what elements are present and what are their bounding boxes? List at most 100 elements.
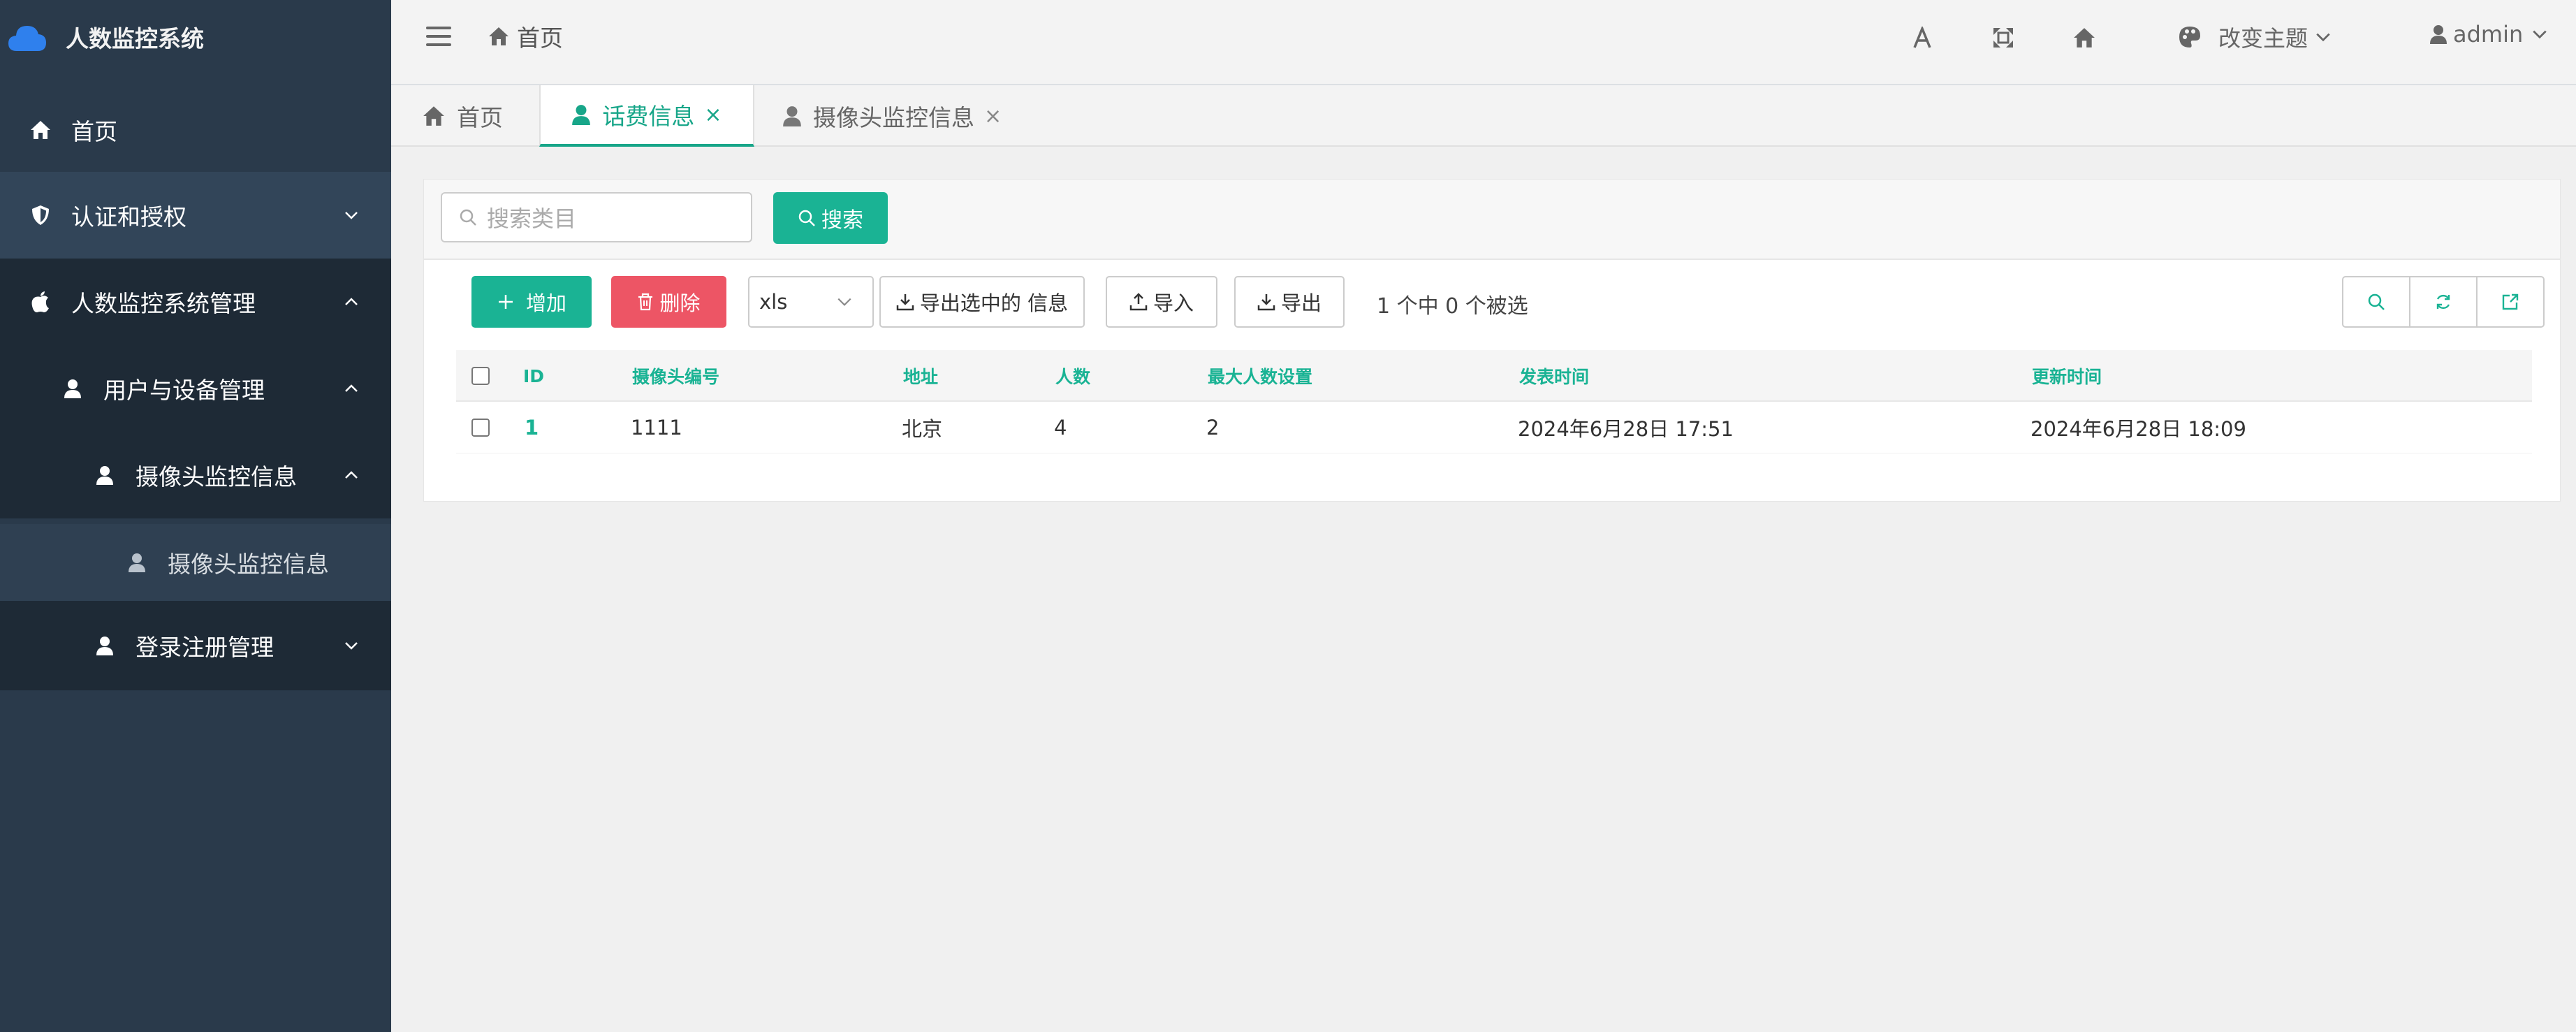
refresh-icon[interactable] (2410, 277, 2478, 326)
cell-camera-no: 1111 (631, 416, 682, 439)
column-header-created[interactable]: 发表时间 (1519, 350, 1589, 402)
breadcrumb-label: 首页 (517, 24, 563, 52)
sidebar-item-label: 摄像头监控信息 (168, 551, 329, 578)
tab-camera-info[interactable]: 摄像头监控信息 × (782, 85, 1002, 147)
cell-count: 4 (1054, 416, 1067, 439)
sidebar-item-auth[interactable]: 认证和授权 (0, 172, 391, 259)
user-menu[interactable]: admin (2429, 21, 2554, 48)
cell-max-count: 2 (1206, 416, 1220, 439)
sidebar-item-label: 用户与设备管理 (103, 377, 265, 404)
sidebar-item-label: 人数监控系统管理 (71, 290, 256, 317)
chevron-down-icon (345, 212, 358, 219)
sidebar-item-camera[interactable]: 摄像头监控信息 (0, 432, 391, 518)
tab-label: 话费信息 (602, 103, 695, 130)
column-header-id[interactable]: ID (523, 350, 544, 402)
column-header-updated[interactable]: 更新时间 (2032, 350, 2102, 402)
data-table: ID 摄像头编号 地址 人数 最大人数设置 发表时间 更新时间 1 1111 北… (456, 350, 2532, 453)
export-label: 导出 (1280, 291, 1322, 315)
sidebar-item-label: 认证和授权 (71, 203, 186, 231)
cloud-logo-icon (8, 25, 46, 51)
table-row: 1 1111 北京 4 2 2024年6月28日 17:51 2024年6月28… (456, 402, 2532, 453)
table-header: ID 摄像头编号 地址 人数 最大人数设置 发表时间 更新时间 (456, 350, 2532, 402)
user-icon (94, 464, 116, 486)
search-placeholder: 搜索类目 (487, 205, 577, 232)
user-icon (126, 551, 148, 574)
home-icon (423, 106, 444, 126)
chevron-down-icon (2533, 30, 2547, 39)
user-icon (2430, 25, 2447, 44)
sidebar-item-label: 登录注册管理 (136, 634, 274, 661)
import-button[interactable]: 导入 (1106, 276, 1217, 328)
export-table-icon[interactable] (2478, 277, 2543, 326)
tab-label: 首页 (457, 104, 503, 131)
add-button[interactable]: 增加 (471, 276, 592, 328)
shield-icon (29, 204, 52, 226)
content-card: 搜索类目 搜索 增加 删除 xls 导出选中的 信息 导入 导出 1 个中 0 … (423, 179, 2561, 502)
column-header-count[interactable]: 人数 (1055, 350, 1090, 402)
apple-icon (29, 291, 52, 313)
chevron-down-icon (345, 642, 358, 650)
sidebar-item-system[interactable]: 人数监控系统管理 (0, 259, 391, 345)
search-bar: 搜索类目 搜索 (424, 180, 2560, 260)
tab-bar: 首页 话费信息 × 摄像头监控信息 × (391, 85, 2576, 147)
search-input[interactable]: 搜索类目 (441, 192, 752, 242)
sidebar-item-home[interactable]: 首页 (0, 89, 391, 170)
user-icon (572, 105, 591, 125)
theme-label: 改变主题 (2218, 25, 2308, 52)
sidebar-item-camera-info[interactable]: 摄像头监控信息 (0, 524, 391, 601)
delete-button[interactable]: 删除 (611, 276, 726, 328)
table-search-icon[interactable] (2343, 277, 2410, 326)
search-button[interactable]: 搜索 (773, 192, 888, 244)
close-icon[interactable]: × (984, 104, 1002, 129)
tab-label: 摄像头监控信息 (813, 104, 974, 131)
download-icon (896, 294, 914, 311)
tab-home[interactable]: 首页 (422, 85, 503, 147)
sidebar-item-user-device[interactable]: 用户与设备管理 (0, 345, 391, 432)
close-icon[interactable]: × (704, 103, 722, 127)
chevron-down-icon (837, 298, 851, 306)
download-icon (1257, 294, 1275, 311)
export-format-select[interactable]: xls (748, 276, 874, 328)
plus-icon (498, 295, 513, 309)
breadcrumb[interactable]: 首页 (488, 20, 563, 53)
column-header-camera-no[interactable]: 摄像头编号 (632, 350, 719, 402)
select-all-checkbox[interactable] (471, 350, 490, 402)
search-button-label: 搜索 (821, 208, 863, 233)
menu-toggle-icon[interactable] (426, 27, 451, 48)
font-size-icon[interactable] (1908, 24, 1936, 52)
brand: 人数监控系统 (0, 0, 391, 73)
sidebar-item-label: 摄像头监控信息 (136, 463, 297, 490)
import-label: 导入 (1152, 291, 1194, 315)
search-icon (460, 209, 476, 226)
theme-switcher[interactable]: 改变主题 (2178, 21, 2348, 53)
home-icon[interactable] (2070, 24, 2098, 52)
app-title: 人数监控系统 (66, 24, 204, 52)
trash-icon (638, 293, 653, 311)
tab-fee-info[interactable]: 话费信息 × (539, 85, 754, 147)
chevron-up-icon (345, 298, 358, 305)
upload-icon (1129, 293, 1148, 311)
user-icon (94, 634, 116, 657)
search-icon (798, 210, 815, 226)
chevron-down-icon (2316, 33, 2330, 42)
column-header-max-count[interactable]: 最大人数设置 (1208, 350, 1312, 402)
sidebar: 人数监控系统 首页 认证和授权 人数监控系统管理 用户与设备管理 摄像头监控信息 (0, 0, 391, 1032)
export-selected-button[interactable]: 导出选中的 信息 (879, 276, 1085, 328)
chevron-up-icon (345, 471, 358, 479)
user-icon (783, 106, 801, 126)
table-tools (2342, 276, 2545, 328)
add-button-label: 增加 (525, 291, 566, 315)
selection-status: 1 个中 0 个被选 (1377, 294, 1528, 319)
row-checkbox[interactable] (471, 402, 490, 453)
export-button[interactable]: 导出 (1234, 276, 1345, 328)
column-header-address[interactable]: 地址 (903, 350, 938, 402)
user-icon (61, 377, 84, 400)
home-icon (29, 119, 52, 141)
top-header: 首页 改变主题 admin (391, 0, 2576, 85)
export-selected-label: 导出选中的 信息 (919, 291, 1069, 315)
cell-id[interactable]: 1 (525, 402, 539, 453)
cell-updated: 2024年6月28日 18:09 (2030, 417, 2246, 441)
fullscreen-icon[interactable] (1989, 24, 2017, 52)
cell-address: 北京 (902, 417, 943, 441)
sidebar-item-login[interactable]: 登录注册管理 (0, 601, 391, 690)
